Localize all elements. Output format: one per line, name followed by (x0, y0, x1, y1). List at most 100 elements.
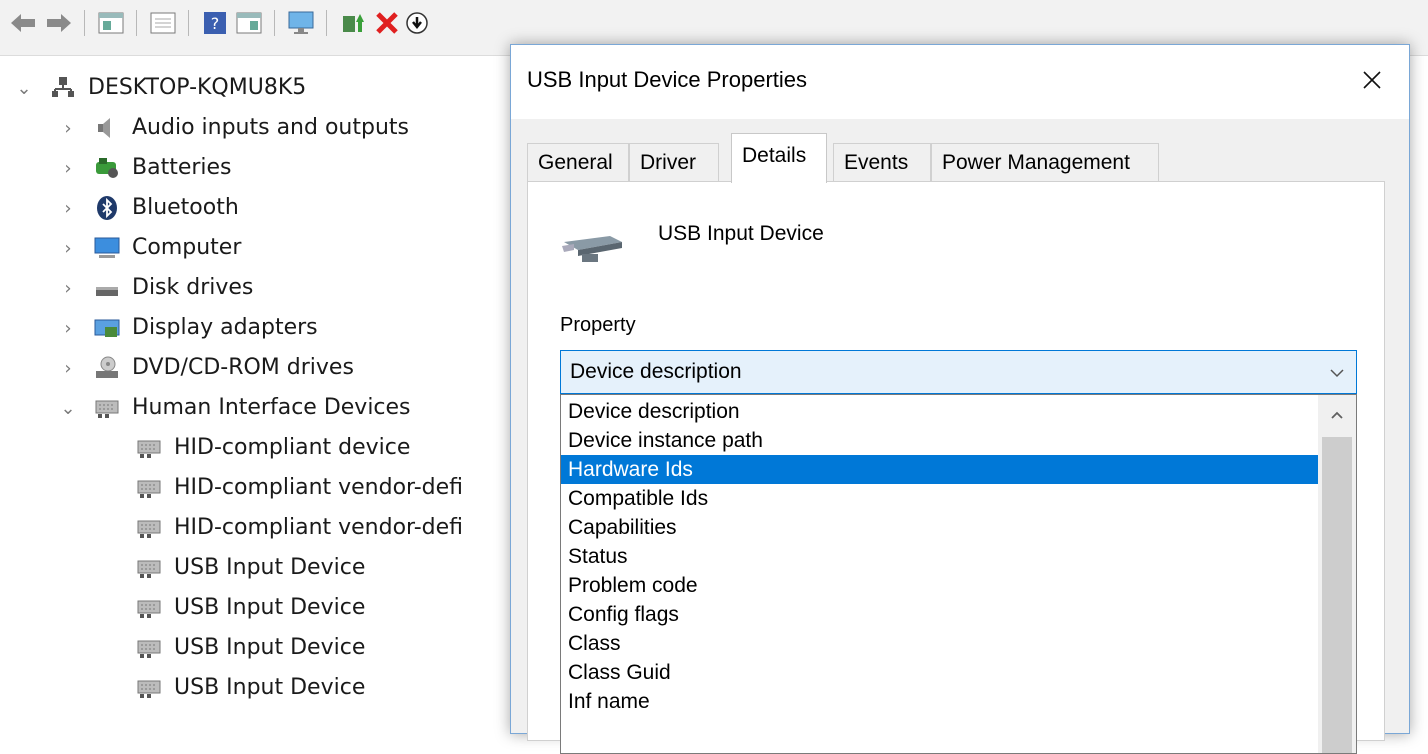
tree-root[interactable]: ⌄ DESKTOP-KQMU8K5 (14, 70, 306, 106)
details-panel: USB Input Device Property Device descrip… (527, 181, 1385, 754)
list-item[interactable]: Problem code (561, 571, 1319, 600)
device-name: USB Input Device (658, 222, 824, 245)
tab-power-management[interactable]: Power Management (931, 143, 1159, 181)
dvd-drive-icon (92, 353, 122, 383)
tree-item-hid-child[interactable]: HID-compliant vendor-defi (134, 510, 463, 546)
action-pane-icon[interactable] (234, 8, 264, 38)
tree-item-label: Bluetooth (132, 195, 239, 220)
property-label: Property (560, 314, 636, 336)
tree-item-label: HID-compliant vendor-defi (174, 515, 463, 540)
tree-item-hid-child[interactable]: USB Input Device (134, 550, 365, 586)
display-adapter-icon (92, 313, 122, 343)
scroll-up-button[interactable] (1318, 395, 1356, 435)
chevron-right-icon[interactable]: › (58, 198, 78, 219)
list-item[interactable]: Class (561, 629, 1319, 658)
chevron-down-icon (1328, 363, 1346, 387)
chevron-right-icon[interactable]: › (58, 318, 78, 339)
tree-item-dvd-drives[interactable]: › DVD/CD-ROM drives (58, 350, 354, 386)
list-item[interactable]: Inf name (561, 687, 1319, 716)
close-icon (1363, 71, 1381, 89)
list-item[interactable]: Capabilities (561, 513, 1319, 542)
forward-arrow-icon[interactable] (44, 8, 74, 38)
list-item-selected[interactable]: Hardware Ids (561, 455, 1319, 485)
tree-item-label: HID-compliant vendor-defi (174, 475, 463, 500)
list-item[interactable]: Compatible Ids (561, 484, 1319, 513)
tree-item-computer[interactable]: › Computer (58, 230, 241, 266)
tree-item-disk-drives[interactable]: › Disk drives (58, 270, 253, 306)
list-item[interactable]: Status (561, 542, 1319, 571)
monitor-icon (92, 233, 122, 263)
disk-drive-icon (92, 273, 122, 303)
battery-icon (92, 153, 122, 183)
list-item[interactable]: Device instance path (561, 426, 1319, 455)
tree-item-bluetooth[interactable]: › Bluetooth (58, 190, 239, 226)
tree-item-label: DVD/CD-ROM drives (132, 355, 354, 380)
chevron-down-icon[interactable]: ⌄ (58, 398, 78, 419)
monitor-icon[interactable] (286, 8, 316, 38)
tree-item-hid-child[interactable]: USB Input Device (134, 590, 365, 626)
uninstall-icon[interactable] (372, 8, 402, 38)
help-icon[interactable]: ? (200, 8, 230, 38)
tree-item-audio[interactable]: › Audio inputs and outputs (58, 110, 409, 146)
tree-item-batteries[interactable]: › Batteries (58, 150, 232, 186)
tab-general[interactable]: General (527, 143, 629, 181)
tree-item-hid-child[interactable]: HID-compliant device (134, 430, 410, 466)
properties-pane-icon[interactable] (96, 8, 126, 38)
svg-text:?: ? (211, 14, 220, 33)
tree-item-label: Computer (132, 235, 242, 260)
tab-driver[interactable]: Driver (629, 143, 719, 181)
property-options-list[interactable]: Device description Device instance path … (560, 394, 1357, 754)
hid-device-icon (92, 393, 122, 423)
tree-item-label: Batteries (132, 155, 232, 180)
tab-events[interactable]: Events (833, 143, 931, 181)
back-arrow-icon[interactable] (8, 8, 38, 38)
bluetooth-icon (92, 193, 122, 223)
chevron-right-icon[interactable]: › (58, 118, 78, 139)
tree-root-label: DESKTOP-KQMU8K5 (88, 75, 307, 100)
property-dropdown-value: Device description (570, 360, 742, 383)
hid-device-icon (134, 673, 164, 703)
tab-details[interactable]: Details (731, 133, 827, 183)
hid-device-icon (134, 553, 164, 583)
hid-device-icon (134, 633, 164, 663)
tree-item-hid-child[interactable]: HID-compliant vendor-defi (134, 470, 463, 506)
list-item[interactable]: Config flags (561, 600, 1319, 629)
chevron-right-icon[interactable]: › (58, 278, 78, 299)
tree-item-label: USB Input Device (174, 595, 366, 620)
tree-item-hid-child[interactable]: USB Input Device (134, 670, 365, 706)
hid-device-icon (134, 473, 164, 503)
chevron-down-icon[interactable]: ⌄ (14, 78, 34, 99)
tree-item-label: USB Input Device (174, 635, 366, 660)
dialog-titlebar[interactable]: USB Input Device Properties (511, 45, 1409, 119)
property-dropdown[interactable]: Device description (560, 350, 1357, 394)
tree-item-label: USB Input Device (174, 675, 366, 700)
tree-item-label: USB Input Device (174, 555, 366, 580)
tree-item-display-adapters[interactable]: › Display adapters (58, 310, 318, 346)
list-item[interactable]: Device description (561, 397, 1319, 426)
tree-item-label: Audio inputs and outputs (132, 115, 409, 140)
tab-strip: General Driver Details Events Power Mana… (527, 131, 1387, 183)
chevron-right-icon[interactable]: › (58, 158, 78, 179)
tree-item-label: Human Interface Devices (132, 395, 411, 420)
tree-item-hid-child[interactable]: USB Input Device (134, 630, 365, 666)
chevron-right-icon[interactable]: › (58, 238, 78, 259)
list-item[interactable]: Class Guid (561, 658, 1319, 687)
properties-dialog: USB Input Device Properties General Driv… (510, 44, 1410, 754)
scan-hardware-icon[interactable] (402, 8, 432, 38)
device-tree: ⌄ DESKTOP-KQMU8K5 › Audio inputs and out… (0, 62, 515, 719)
scrollbar[interactable] (1318, 395, 1356, 753)
scroll-thumb[interactable] (1322, 437, 1352, 753)
show-hide-console-tree-icon[interactable] (148, 8, 178, 38)
tree-item-hid[interactable]: ⌄ Human Interface Devices (58, 390, 411, 426)
update-driver-icon[interactable] (338, 8, 368, 38)
chevron-up-icon (1331, 411, 1343, 419)
tree-item-label: HID-compliant device (174, 435, 411, 460)
close-button[interactable] (1355, 63, 1389, 97)
computer-network-icon (48, 73, 78, 103)
chevron-right-icon[interactable]: › (58, 358, 78, 379)
tree-item-label: Display adapters (132, 315, 318, 340)
speaker-icon (92, 113, 122, 143)
dialog-title: USB Input Device Properties (527, 67, 808, 92)
hid-device-icon (134, 513, 164, 543)
usb-device-icon (558, 228, 628, 272)
